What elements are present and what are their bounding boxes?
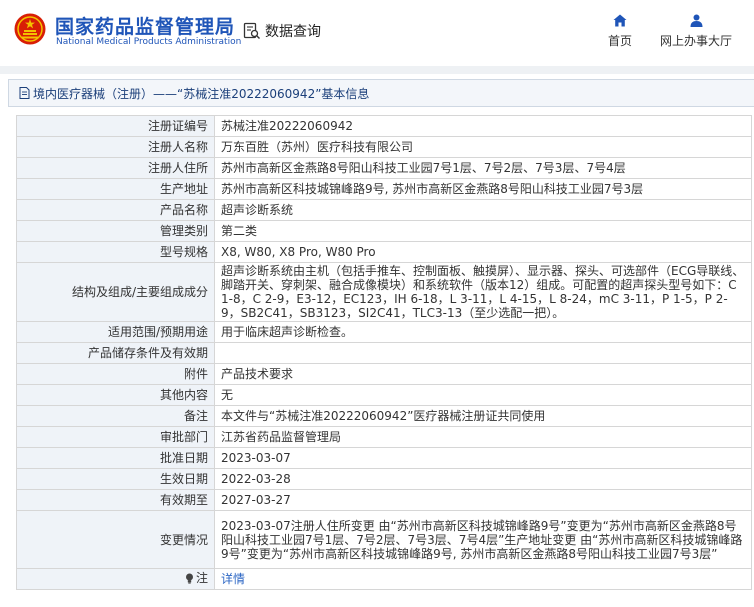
detail-title-bar: 境内医疗器械（注册）——“苏械注准20222060942”基本信息 (8, 79, 754, 107)
table-row: 适用范围/预期用途 用于临床超声诊断检查。 (16, 321, 752, 343)
note-label-cell: 注 (16, 568, 215, 590)
field-value (214, 342, 752, 364)
field-value: 2022-03-28 (214, 468, 752, 490)
nav-home[interactable]: 首页 (604, 14, 636, 49)
table-row-note: 注 详情 (16, 568, 752, 590)
field-value: 万东百胜（苏州）医疗科技有限公司 (214, 136, 752, 158)
nav-home-label: 首页 (607, 34, 632, 48)
field-label: 变更情况 (16, 510, 215, 569)
field-value: 2023-03-07 (214, 447, 752, 469)
table-row: 型号规格 X8, W80, X8 Pro, W80 Pro (16, 241, 752, 263)
table-row: 注册证编号 苏械注准20222060942 (16, 115, 752, 137)
note-label: 注 (185, 571, 208, 585)
table-row: 审批部门 江苏省药品监督管理局 (16, 426, 752, 448)
table-row: 管理类别 第二类 (16, 220, 752, 242)
field-value: 2027-03-27 (214, 489, 752, 511)
field-label: 其他内容 (16, 384, 215, 406)
table-row: 变更情况 2023-03-07注册人住所变更 由“苏州市高新区科技城锦峰路9号”… (16, 510, 752, 569)
home-icon (613, 14, 627, 27)
field-label: 注册人住所 (16, 157, 215, 179)
table-row: 生效日期 2022-03-28 (16, 468, 752, 490)
field-value: 2023-03-07注册人住所变更 由“苏州市高新区科技城锦峰路9号”变更为“苏… (214, 510, 752, 569)
field-label: 产品名称 (16, 199, 215, 221)
table-row: 注册人住所 苏州市高新区金燕路8号阳山科技工业园7号1层、7号2层、7号3层、7… (16, 157, 752, 179)
field-label: 生效日期 (16, 468, 215, 490)
data-query-label: 数据查询 (265, 24, 321, 40)
table-row: 批准日期 2023-03-07 (16, 447, 752, 469)
device-info-table: 注册证编号 苏械注准20222060942 注册人名称 万东百胜（苏州）医疗科技… (16, 115, 752, 590)
table-row: 备注 本文件与“苏械注准20222060942”医疗器械注册证共同使用 (16, 405, 752, 427)
note-value-cell: 详情 (214, 568, 752, 590)
national-emblem-icon[interactable] (14, 12, 46, 46)
data-search-icon (243, 22, 260, 39)
field-value: 苏州市高新区金燕路8号阳山科技工业园7号1层、7号2层、7号3层、7号4层 (214, 157, 752, 179)
field-label: 适用范围/预期用途 (16, 321, 215, 343)
field-label: 型号规格 (16, 241, 215, 263)
header-divider (0, 66, 754, 74)
brand-name-en[interactable]: National Medical Products Administration (56, 37, 241, 47)
field-value: X8, W80, X8 Pro, W80 Pro (214, 241, 752, 263)
table-row: 注册人名称 万东百胜（苏州）医疗科技有限公司 (16, 136, 752, 158)
field-value: 江苏省药品监督管理局 (214, 426, 752, 448)
field-label: 有效期至 (16, 489, 215, 511)
field-value: 超声诊断系统 (214, 199, 752, 221)
lightbulb-icon (185, 573, 193, 584)
field-value: 无 (214, 384, 752, 406)
user-icon (690, 14, 702, 27)
field-value: 产品技术要求 (214, 363, 752, 385)
field-label: 生产地址 (16, 178, 215, 200)
nav-online-office[interactable]: 网上办事大厅 (656, 14, 736, 49)
field-label: 批准日期 (16, 447, 215, 469)
field-label: 注册证编号 (16, 115, 215, 137)
field-value: 本文件与“苏械注准20222060942”医疗器械注册证共同使用 (214, 405, 752, 427)
detail-title: 境内医疗器械（注册）——“苏械注准20222060942”基本信息 (33, 86, 370, 101)
field-value: 苏州市高新区科技城锦峰路9号, 苏州市高新区金燕路8号阳山科技工业园7号3层 (214, 178, 752, 200)
table-row: 产品名称 超声诊断系统 (16, 199, 752, 221)
field-label: 注册人名称 (16, 136, 215, 158)
table-row: 有效期至 2027-03-27 (16, 489, 752, 511)
table-row: 附件 产品技术要求 (16, 363, 752, 385)
document-icon (19, 87, 30, 99)
field-label: 审批部门 (16, 426, 215, 448)
site-header: 国家药品监督管理局 National Medical Products Admi… (0, 0, 754, 66)
field-label: 管理类别 (16, 220, 215, 242)
field-value: 用于临床超声诊断检查。 (214, 321, 752, 343)
data-query-link[interactable]: 数据查询 (243, 20, 321, 42)
table-row: 生产地址 苏州市高新区科技城锦峰路9号, 苏州市高新区金燕路8号阳山科技工业园7… (16, 178, 752, 200)
field-value: 第二类 (214, 220, 752, 242)
field-label: 结构及组成/主要组成成分 (16, 262, 215, 322)
brand-name-cn[interactable]: 国家药品监督管理局 (55, 12, 235, 39)
nav-online-office-label: 网上办事大厅 (659, 34, 732, 48)
table-row: 结构及组成/主要组成成分 超声诊断系统由主机（包括手推车、控制面板、触摸屏）、显… (16, 262, 752, 322)
field-label: 产品储存条件及有效期 (16, 342, 215, 364)
field-label: 附件 (16, 363, 215, 385)
field-label: 备注 (16, 405, 215, 427)
note-label-text: 注 (195, 571, 208, 586)
field-value: 苏械注准20222060942 (214, 115, 752, 137)
details-link[interactable]: 详情 (221, 572, 245, 586)
field-value: 超声诊断系统由主机（包括手推车、控制面板、触摸屏）、显示器、探头、可选部件（EC… (214, 262, 752, 322)
table-row: 其他内容 无 (16, 384, 752, 406)
table-row: 产品储存条件及有效期 (16, 342, 752, 364)
